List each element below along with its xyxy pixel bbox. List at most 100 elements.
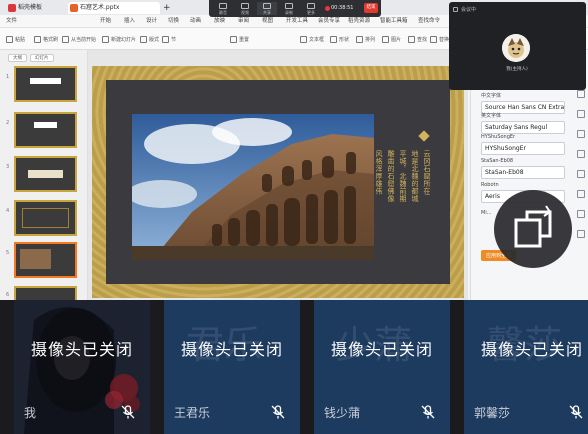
- camera-icon: [241, 3, 249, 9]
- font-item-label: HYShuSongEr: [481, 134, 516, 140]
- tool-label: 文本框: [309, 36, 325, 43]
- slide-number: 6: [6, 292, 10, 298]
- slide-number: 2: [6, 120, 10, 126]
- grotto-photo[interactable]: [132, 114, 374, 260]
- font-item[interactable]: HYShuSongEr HYShuSongEr: [481, 134, 565, 155]
- paste-button[interactable]: 粘贴: [6, 31, 25, 47]
- button-label: 更多: [307, 10, 315, 15]
- thumb-title-box: [30, 78, 61, 84]
- tab-outline[interactable]: 大纲: [8, 54, 27, 62]
- camera-off-label: 摄像头已关闭: [180, 340, 283, 359]
- record-button[interactable]: 录制: [279, 2, 299, 15]
- format-painter-button[interactable]: 格式刷: [34, 31, 58, 47]
- help-icon[interactable]: [577, 230, 585, 238]
- participant-tile-self[interactable]: 摄像头已关闭 我: [14, 300, 150, 434]
- browser-tab-document[interactable]: 石窟艺术.pptx: [68, 2, 160, 14]
- arrange-button[interactable]: 排列: [356, 31, 375, 47]
- tool-label: 图片: [391, 36, 402, 43]
- participant-tile[interactable]: 馨莎 摄像头已关闭 郭馨莎: [464, 300, 588, 434]
- play-from-current-button[interactable]: 从当前开始: [62, 31, 96, 47]
- new-tab-button[interactable]: +: [163, 2, 173, 14]
- tool-label: 版式: [149, 36, 160, 43]
- ppt-file-icon: [70, 4, 78, 12]
- menu-home[interactable]: 开始: [100, 15, 111, 28]
- record-icon: [285, 3, 293, 9]
- font-item[interactable]: 中文字体 Source Han Sans CN Extral...: [481, 92, 565, 114]
- transition-icon[interactable]: [577, 130, 585, 138]
- picture-icon: [382, 35, 389, 43]
- menu-transition[interactable]: 切换: [168, 15, 179, 28]
- arrange-icon: [356, 35, 363, 43]
- find-button[interactable]: 查找: [408, 31, 427, 47]
- cartoon-avatar-icon: [502, 34, 530, 62]
- share-doc-icon[interactable]: [577, 190, 585, 198]
- font-icon[interactable]: [577, 150, 585, 158]
- shape-icon: [330, 35, 337, 43]
- presentation-window: 稻壳模板 石窟艺术.pptx + 文件 开始 插入 设计 切换 动画 放映 审阅…: [0, 0, 588, 300]
- end-meeting-button[interactable]: 结束: [364, 3, 378, 13]
- font-item-label: 英文字体: [481, 113, 502, 119]
- find-icon: [408, 35, 415, 43]
- style-icon[interactable]: [577, 90, 585, 98]
- slide-thumbnail-panel: 大纲 幻灯片 1 2 3 4 5 6: [0, 50, 88, 300]
- meeting-self-view[interactable]: 会议中 我(主持人): [449, 2, 586, 90]
- slide-thumbnail[interactable]: [14, 66, 77, 102]
- button-label: 录制: [285, 10, 293, 15]
- text-column: 云冈石窟所在: [423, 150, 431, 195]
- share-screen-button[interactable]: 共享: [257, 2, 277, 15]
- participant-tile[interactable]: 少蒲 摄像头已关闭 钱少蒲: [314, 300, 450, 434]
- backup-icon[interactable]: [577, 210, 585, 218]
- file-menu[interactable]: 文件: [6, 15, 17, 28]
- slide-number: 3: [6, 164, 10, 170]
- more-icon: [307, 3, 315, 9]
- replace-button[interactable]: 替换: [430, 31, 449, 47]
- switch-window-icon: [514, 205, 552, 248]
- reset-button[interactable]: 重置: [230, 31, 249, 47]
- slide-canvas[interactable]: 云冈石窟所在 地是北魏的都城 平城，北魏前期 雕凿的石窟佛像 风格浑厚雄伟: [88, 50, 468, 300]
- section-button[interactable]: 节: [162, 31, 176, 47]
- brush-icon: [34, 35, 41, 43]
- participant-tile[interactable]: 君乐 摄像头已关闭 王君乐: [164, 300, 300, 434]
- picture-button[interactable]: 图片: [382, 31, 401, 47]
- slide-vertical-text[interactable]: 云冈石窟所在 地是北魏的都城 平城，北魏前期 雕凿的石窟佛像 风格浑厚雄伟: [375, 150, 431, 270]
- new-slide-button[interactable]: 新建幻灯片: [102, 31, 136, 47]
- slide-thumbnail[interactable]: [14, 286, 77, 300]
- tool-label: 形状: [339, 36, 350, 43]
- tool-label: 格式刷: [43, 36, 59, 43]
- menu-tools[interactable]: 智能工具箱: [380, 15, 408, 28]
- tab-slides[interactable]: 幻灯片: [30, 54, 54, 62]
- menu-insert[interactable]: 插入: [124, 15, 135, 28]
- slide[interactable]: 云冈石窟所在 地是北魏的都城 平城，北魏前期 雕凿的石窟佛像 风格浑厚雄伟: [92, 66, 464, 298]
- slide-number: 4: [6, 208, 10, 214]
- animation-icon[interactable]: [577, 110, 585, 118]
- picture-tool-icon[interactable]: [577, 170, 585, 178]
- button-label: 共享: [263, 10, 271, 15]
- template-icon: [8, 4, 16, 12]
- slide-thumbnail[interactable]: [14, 112, 77, 148]
- browser-tab-templates[interactable]: 稻壳模板: [6, 2, 66, 14]
- text-column: 地是北魏的都城: [411, 150, 419, 203]
- participant-name: 王君乐: [174, 406, 211, 420]
- font-item[interactable]: StaSan-Eb08 StaSan-Eb08: [481, 158, 565, 179]
- menu-design[interactable]: 设计: [146, 15, 157, 28]
- layout-button[interactable]: 版式: [140, 31, 159, 47]
- more-button[interactable]: 更多: [301, 2, 321, 15]
- menu-animation[interactable]: 动画: [190, 15, 201, 28]
- tool-label: 从当前开始: [71, 36, 97, 43]
- text-column: 风格浑厚雄伟: [375, 150, 383, 195]
- slide-thumbnail[interactable]: [14, 156, 77, 192]
- shape-button[interactable]: 形状: [330, 31, 349, 47]
- diamond-ornament: [418, 130, 430, 142]
- video-button[interactable]: 视频: [235, 2, 255, 15]
- mic-muted-icon: [121, 405, 135, 419]
- thumb-frame: [22, 208, 69, 228]
- tool-label: 重置: [239, 36, 250, 43]
- participant-name: 郭馨莎: [474, 406, 511, 420]
- textbox-button[interactable]: 文本框: [300, 31, 324, 47]
- mute-button[interactable]: 静音: [213, 2, 233, 15]
- font-item[interactable]: 英文字体 Saturday Sans Regul: [481, 112, 565, 134]
- switch-share-button[interactable]: [494, 190, 572, 268]
- slide-thumbnail[interactable]: [14, 200, 77, 236]
- slide-thumbnail-selected[interactable]: [14, 242, 77, 278]
- menu-search[interactable]: 查找命令: [418, 15, 440, 28]
